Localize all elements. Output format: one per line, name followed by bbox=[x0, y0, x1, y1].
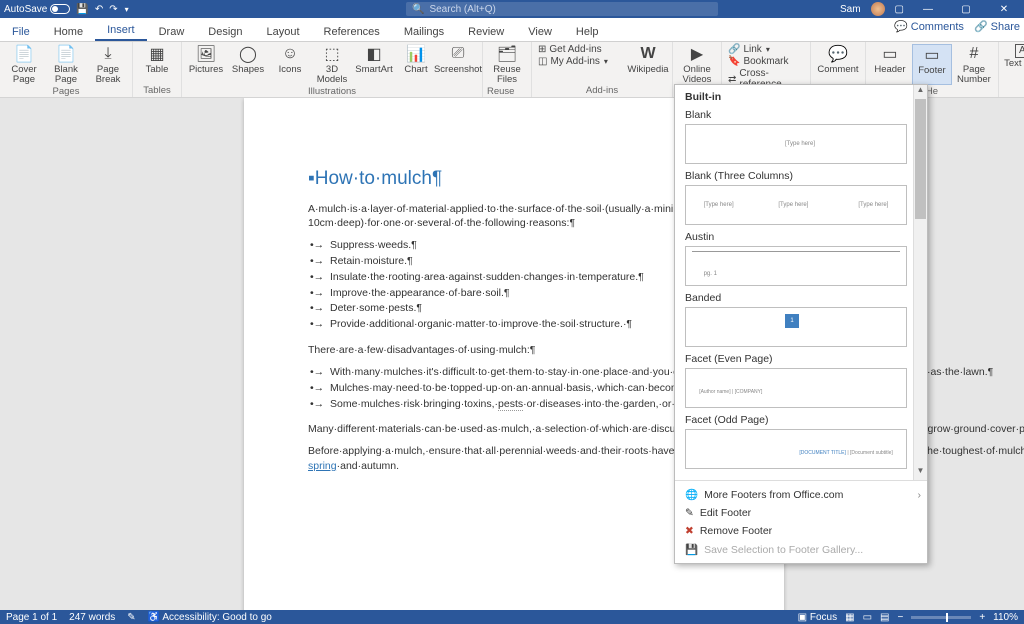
comment-button[interactable]: 💬Comment bbox=[818, 44, 858, 75]
my-addins-button[interactable]: ◫ My Add-ins ▾ bbox=[536, 56, 626, 67]
scroll-thumb[interactable] bbox=[915, 99, 926, 219]
textbox-button[interactable]: AText Box bbox=[1003, 44, 1024, 90]
save-selection-button: 💾Save Selection to Footer Gallery... bbox=[683, 540, 923, 559]
edit-footer-button[interactable]: ✎Edit Footer bbox=[683, 504, 923, 522]
icons-button[interactable]: ☺Icons bbox=[270, 44, 310, 85]
view-web-icon[interactable]: ▤ bbox=[880, 612, 889, 623]
gallery-item-label: Facet (Odd Page) bbox=[685, 414, 921, 426]
page-break-button[interactable]: ⤓Page Break bbox=[88, 44, 128, 85]
close-button[interactable]: ✕ bbox=[990, 4, 1018, 15]
screenshot-button[interactable]: ⎚Screenshot bbox=[438, 44, 478, 85]
blank-page-button[interactable]: 📄Blank Page bbox=[46, 44, 86, 85]
zoom-in-button[interactable]: + bbox=[979, 612, 985, 623]
wikipedia-button[interactable]: WWikipedia bbox=[628, 44, 668, 75]
undo-icon[interactable]: ↶ bbox=[95, 4, 103, 15]
group-pages: Pages bbox=[53, 85, 80, 97]
save-icon: 💾 bbox=[685, 543, 698, 556]
footer-button[interactable]: ▭Footer bbox=[912, 44, 952, 85]
shapes-button[interactable]: ◯Shapes bbox=[228, 44, 268, 85]
office-icon: 🌐 bbox=[685, 488, 698, 501]
gallery-item-label: Blank (Three Columns) bbox=[685, 170, 921, 182]
focus-mode-button[interactable]: ▣ Focus bbox=[798, 612, 837, 623]
tab-view[interactable]: View bbox=[516, 22, 564, 41]
user-name[interactable]: Sam bbox=[840, 4, 861, 15]
bookmark-button[interactable]: 🔖 Bookmark bbox=[726, 56, 806, 67]
page-indicator[interactable]: Page 1 of 1 bbox=[6, 612, 57, 623]
link-button[interactable]: 🔗 Link ▾ bbox=[726, 44, 806, 55]
zoom-level[interactable]: 110% bbox=[993, 612, 1018, 623]
tab-insert[interactable]: Insert bbox=[95, 20, 147, 41]
search-box[interactable]: 🔍 Search (Alt+Q) bbox=[406, 2, 718, 16]
search-icon: 🔍 bbox=[412, 4, 424, 15]
reuse-files-button[interactable]: 🗂Reuse Files bbox=[487, 44, 527, 85]
redo-icon[interactable]: ↷ bbox=[109, 4, 117, 15]
maximize-button[interactable]: ▢ bbox=[952, 4, 980, 15]
chart-button[interactable]: 📊Chart bbox=[396, 44, 436, 85]
online-videos-button[interactable]: ▶Online Videos bbox=[677, 44, 717, 85]
edit-icon: ✎ bbox=[685, 507, 694, 519]
tab-home[interactable]: Home bbox=[42, 22, 95, 41]
scrollbar[interactable]: ▲ ▼ bbox=[913, 85, 927, 480]
minimize-button[interactable]: — bbox=[914, 4, 942, 15]
scroll-down-icon[interactable]: ▼ bbox=[914, 466, 927, 480]
avatar[interactable] bbox=[871, 2, 885, 16]
footer-gallery-dropdown: Built-in Blank [Type here] Blank (Three Co… bbox=[674, 84, 928, 564]
get-addins-button[interactable]: ⊞ Get Add-ins bbox=[536, 44, 626, 55]
pictures-button[interactable]: 🖼Pictures bbox=[186, 44, 226, 85]
spell-check-icon[interactable]: ✎ bbox=[127, 612, 135, 623]
tab-mailings[interactable]: Mailings bbox=[392, 22, 456, 41]
ribbon-tabs: File Home Insert Draw Design Layout Refe… bbox=[0, 18, 1024, 42]
remove-icon: ✖ bbox=[685, 525, 694, 537]
word-count[interactable]: 247 words bbox=[69, 612, 115, 623]
tab-review[interactable]: Review bbox=[456, 22, 516, 41]
tab-design[interactable]: Design bbox=[196, 22, 254, 41]
gallery-item-preview[interactable]: [Type here] bbox=[685, 124, 907, 164]
smartart-button[interactable]: ◧SmartArt bbox=[354, 44, 394, 85]
remove-footer-button[interactable]: ✖Remove Footer bbox=[683, 522, 923, 540]
view-print-icon[interactable]: ▦ bbox=[845, 612, 854, 623]
save-icon[interactable]: 💾 bbox=[76, 4, 88, 15]
zoom-out-button[interactable]: − bbox=[897, 612, 903, 623]
group-tables: Tables bbox=[143, 84, 170, 96]
group-illustrations: Illustrations bbox=[308, 85, 356, 97]
gallery-item-label: Blank bbox=[685, 109, 921, 121]
header-button[interactable]: ▭Header bbox=[870, 44, 910, 85]
toggle-icon bbox=[50, 4, 70, 14]
autosave-toggle[interactable]: AutoSave bbox=[4, 4, 70, 15]
view-read-icon[interactable]: ▭ bbox=[863, 612, 872, 623]
scroll-up-icon[interactable]: ▲ bbox=[914, 85, 927, 99]
tab-help[interactable]: Help bbox=[564, 22, 611, 41]
status-bar: Page 1 of 1 247 words ✎ ♿ Accessibility:… bbox=[0, 610, 1024, 624]
share-button[interactable]: 🔗 Share bbox=[974, 20, 1020, 33]
gallery-item-preview[interactable]: [Author name] | [COMPANY] bbox=[685, 368, 907, 408]
tab-draw[interactable]: Draw bbox=[147, 22, 197, 41]
more-footers-button[interactable]: 🌐More Footers from Office.com› bbox=[683, 485, 923, 504]
gallery-item-preview[interactable]: 1 bbox=[685, 307, 907, 347]
gallery-item-preview[interactable]: [Type here][Type here][Type here] bbox=[685, 185, 907, 225]
gallery-item-label: Austin bbox=[685, 231, 921, 243]
gallery-item-label: Facet (Even Page) bbox=[685, 353, 921, 365]
tab-file[interactable]: File bbox=[0, 22, 42, 41]
cover-page-button[interactable]: 📄Cover Page bbox=[4, 44, 44, 85]
gallery-item-preview[interactable]: [DOCUMENT TITLE] | [Document subtitle] bbox=[685, 429, 907, 469]
table-button[interactable]: ▦Table bbox=[137, 44, 177, 75]
tab-layout[interactable]: Layout bbox=[255, 22, 312, 41]
group-addins: Add-ins bbox=[586, 84, 618, 96]
gallery-item-preview[interactable]: pg. 1 bbox=[685, 246, 907, 286]
title-bar: AutoSave 💾 ↶ ↷ ▾ How to mulch • Saved to… bbox=[0, 0, 1024, 18]
accessibility-status[interactable]: ♿ Accessibility: Good to go bbox=[148, 612, 272, 623]
gallery-section-header: Built-in bbox=[685, 91, 921, 103]
page-number-button[interactable]: #Page Number bbox=[954, 44, 994, 85]
window-settings-icon[interactable]: ▢ bbox=[895, 4, 904, 15]
comments-button[interactable]: 💬 Comments bbox=[894, 20, 964, 33]
3d-models-button[interactable]: ⬚3D Models bbox=[312, 44, 352, 85]
tab-references[interactable]: References bbox=[312, 22, 392, 41]
gallery-item-label: Banded bbox=[685, 292, 921, 304]
